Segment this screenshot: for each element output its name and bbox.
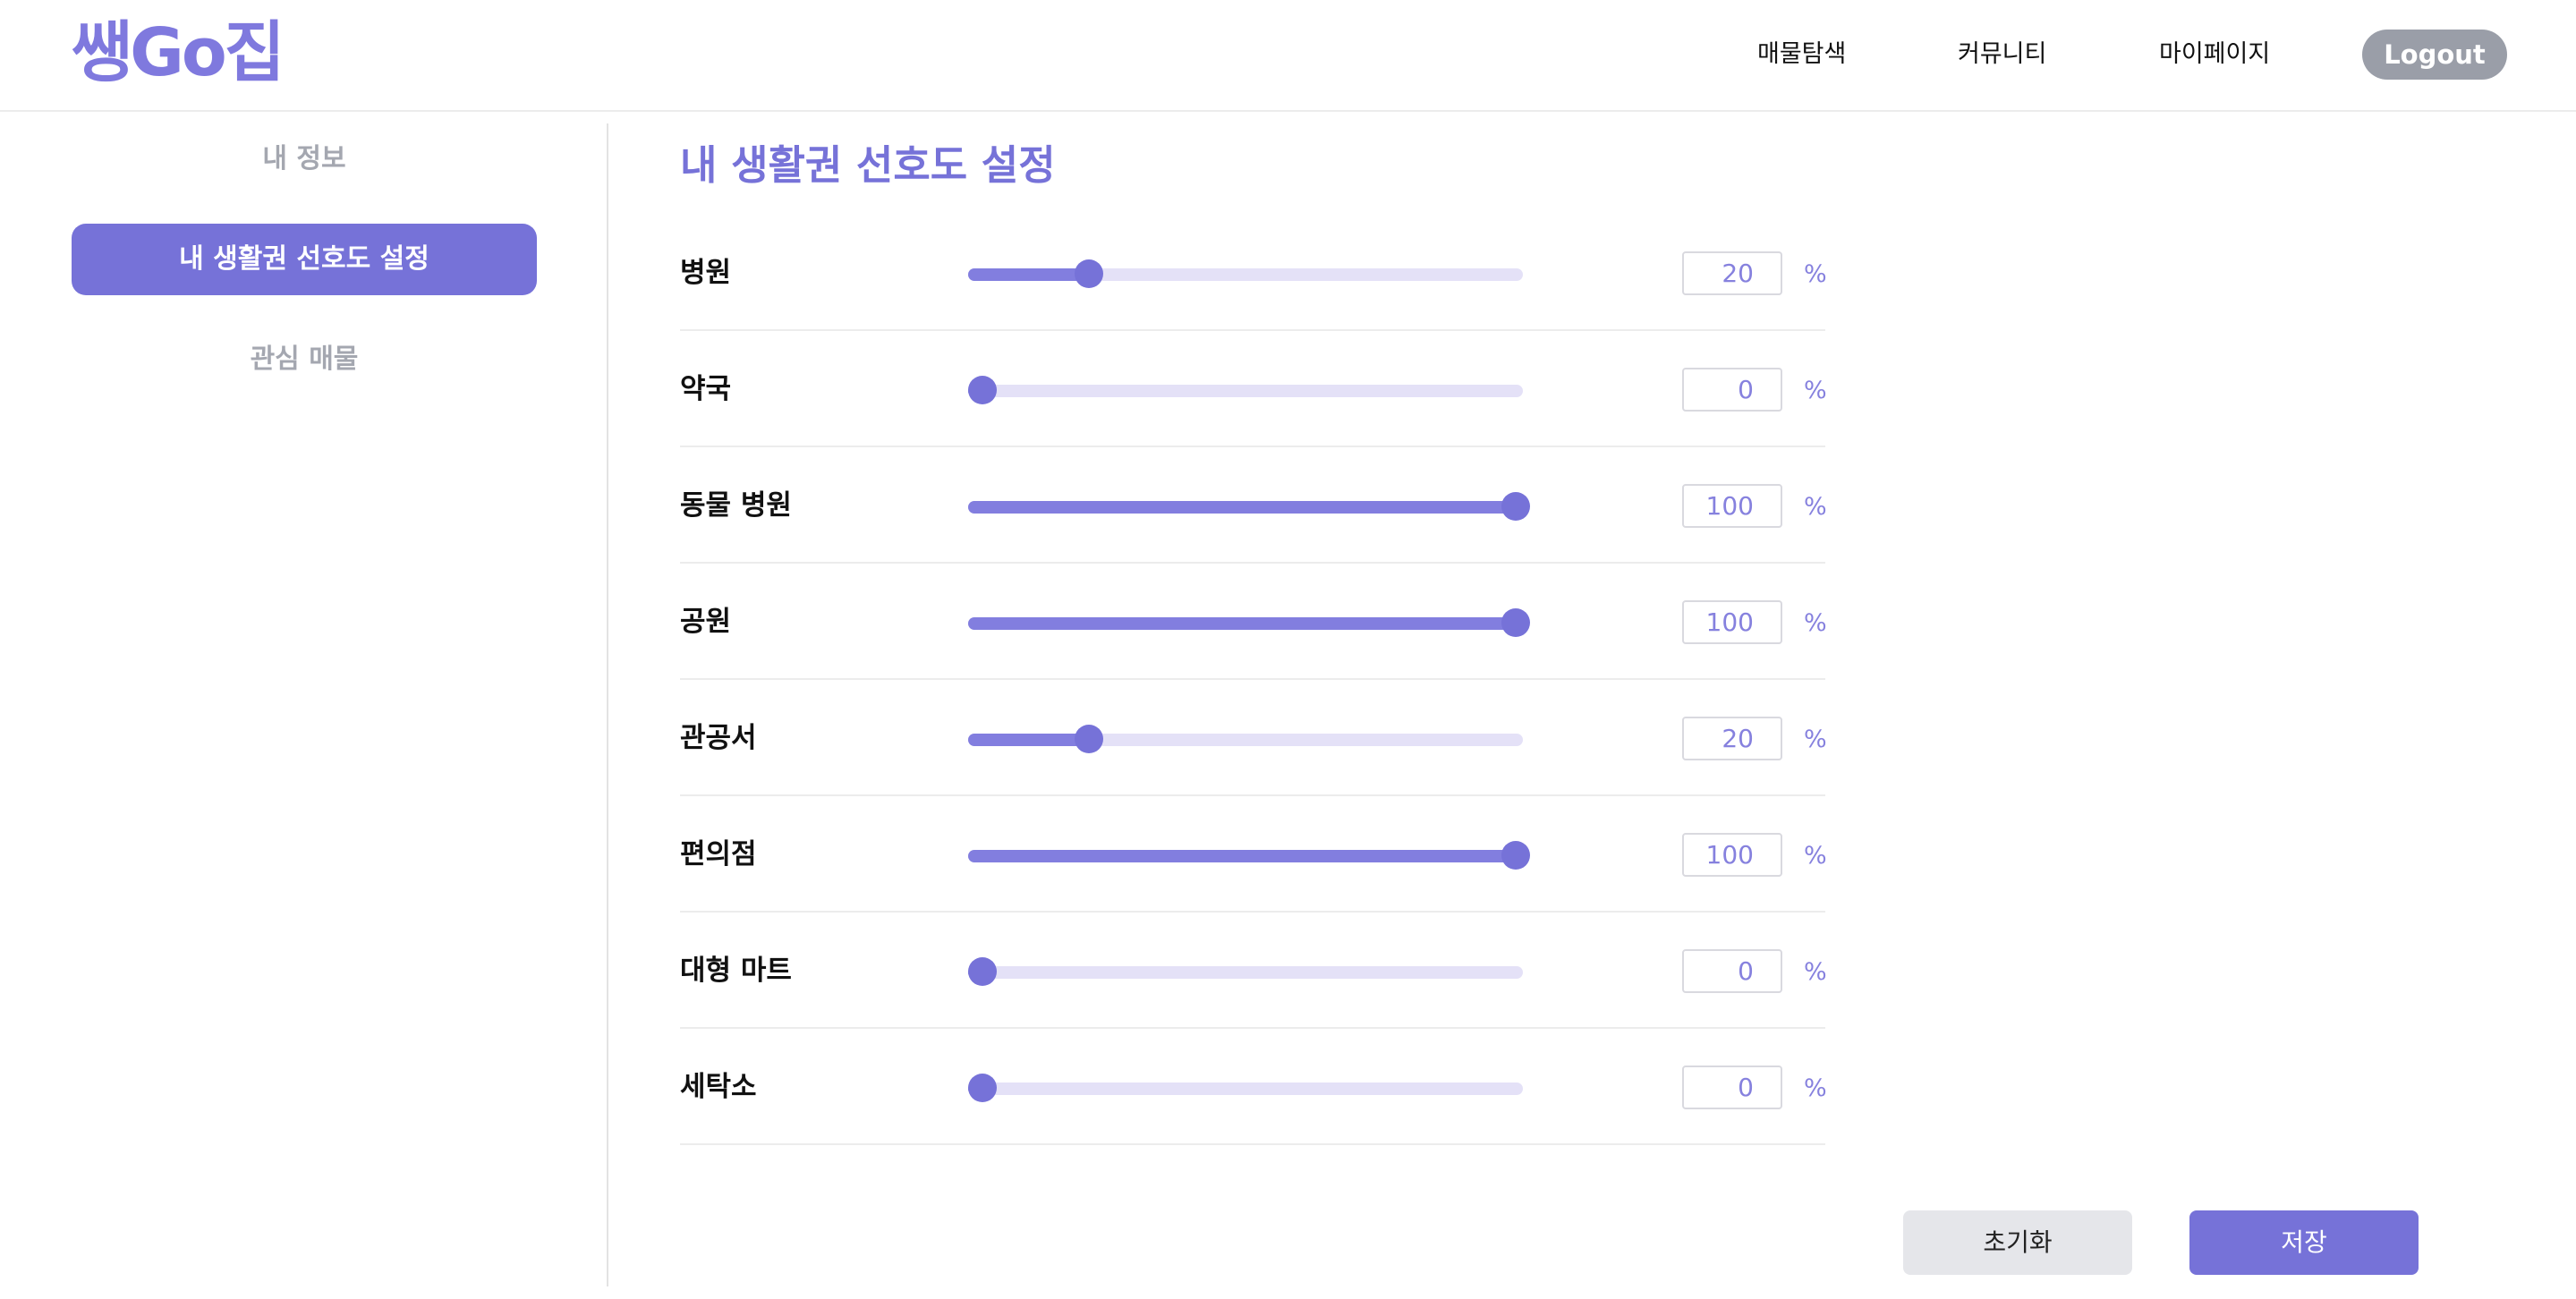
slider-fill — [968, 617, 1516, 630]
preference-label: 약국 — [680, 373, 732, 405]
preference-slider[interactable] — [968, 254, 1528, 292]
sidebar-divider — [607, 123, 608, 1286]
preference-label: 관공서 — [680, 722, 757, 754]
preference-slider[interactable] — [968, 603, 1530, 641]
slider-fill — [968, 268, 1090, 281]
slider-fill — [968, 501, 1516, 514]
preference-label: 대형 마트 — [680, 955, 792, 987]
preference-row: 대형 마트% — [680, 913, 1827, 1029]
slider-fill — [968, 850, 1516, 862]
reset-button[interactable]: 초기화 — [1903, 1210, 2132, 1275]
preference-value-input[interactable] — [1682, 949, 1782, 993]
logout-button[interactable]: Logout — [2362, 30, 2507, 80]
preference-slider[interactable] — [968, 487, 1530, 524]
preference-row: 관공서% — [680, 680, 1827, 796]
slider-thumb[interactable] — [968, 957, 997, 986]
preference-slider[interactable] — [968, 370, 1528, 408]
nav-community[interactable]: 커뮤니티 — [1958, 36, 2046, 73]
preference-label: 세탁소 — [680, 1071, 757, 1103]
percent-unit: % — [1804, 958, 1827, 986]
percent-unit: % — [1804, 842, 1827, 870]
slider-fill — [968, 734, 1090, 746]
preference-row: 공원% — [680, 564, 1827, 680]
slider-thumb[interactable] — [1501, 492, 1530, 521]
percent-unit: % — [1804, 609, 1827, 637]
preference-value-input[interactable] — [1682, 833, 1782, 877]
preference-value-input[interactable] — [1682, 600, 1782, 644]
save-button[interactable]: 저장 — [2189, 1210, 2419, 1275]
preference-list: 병원%약국%동물 병원%공원%관공서%편의점%대형 마트%세탁소% — [680, 215, 1827, 1145]
sidebar-item-favorite-properties[interactable]: 관심 매물 — [72, 324, 537, 395]
preference-row: 병원% — [680, 215, 1827, 331]
percent-unit: % — [1804, 726, 1827, 753]
slider-thumb[interactable] — [1075, 725, 1104, 753]
slider-thumb[interactable] — [968, 376, 997, 404]
app-logo[interactable]: 쌩Go집 — [72, 13, 285, 93]
percent-unit: % — [1804, 377, 1827, 404]
preference-label: 병원 — [680, 257, 732, 289]
slider-thumb[interactable] — [968, 1074, 997, 1102]
preference-row: 약국% — [680, 331, 1827, 447]
nav-mypage[interactable]: 마이페이지 — [2159, 36, 2270, 73]
percent-unit: % — [1804, 493, 1827, 521]
slider-track[interactable] — [968, 385, 1523, 397]
preference-value-input[interactable] — [1682, 251, 1782, 295]
sidebar-item-my-info[interactable]: 내 정보 — [72, 123, 537, 195]
preference-row: 편의점% — [680, 796, 1827, 913]
slider-thumb[interactable] — [1501, 841, 1530, 870]
preference-value-input[interactable] — [1682, 1066, 1782, 1109]
preference-row: 세탁소% — [680, 1029, 1827, 1145]
slider-track[interactable] — [968, 1082, 1523, 1095]
slider-thumb[interactable] — [1501, 608, 1530, 637]
page-title: 내 생활권 선호도 설정 — [680, 141, 1056, 189]
slider-track[interactable] — [968, 966, 1523, 979]
top-header: 쌩Go집 매물탐색 커뮤니티 마이페이지 Logout — [0, 0, 2576, 112]
percent-unit: % — [1804, 260, 1827, 288]
preference-slider[interactable] — [968, 719, 1528, 757]
preference-value-input[interactable] — [1682, 484, 1782, 528]
preference-slider[interactable] — [968, 836, 1530, 873]
preference-label: 공원 — [680, 606, 732, 638]
percent-unit: % — [1804, 1074, 1827, 1102]
preference-value-input[interactable] — [1682, 717, 1782, 760]
preference-label: 편의점 — [680, 838, 757, 870]
preference-slider[interactable] — [968, 952, 1528, 989]
preference-label: 동물 병원 — [680, 489, 792, 522]
preference-row: 동물 병원% — [680, 447, 1827, 564]
sidebar-item-preference-settings[interactable]: 내 생활권 선호도 설정 — [72, 224, 537, 295]
slider-thumb[interactable] — [1075, 259, 1104, 288]
nav-property-search[interactable]: 매물탐색 — [1757, 36, 1846, 73]
preference-slider[interactable] — [968, 1068, 1528, 1106]
preference-value-input[interactable] — [1682, 368, 1782, 412]
